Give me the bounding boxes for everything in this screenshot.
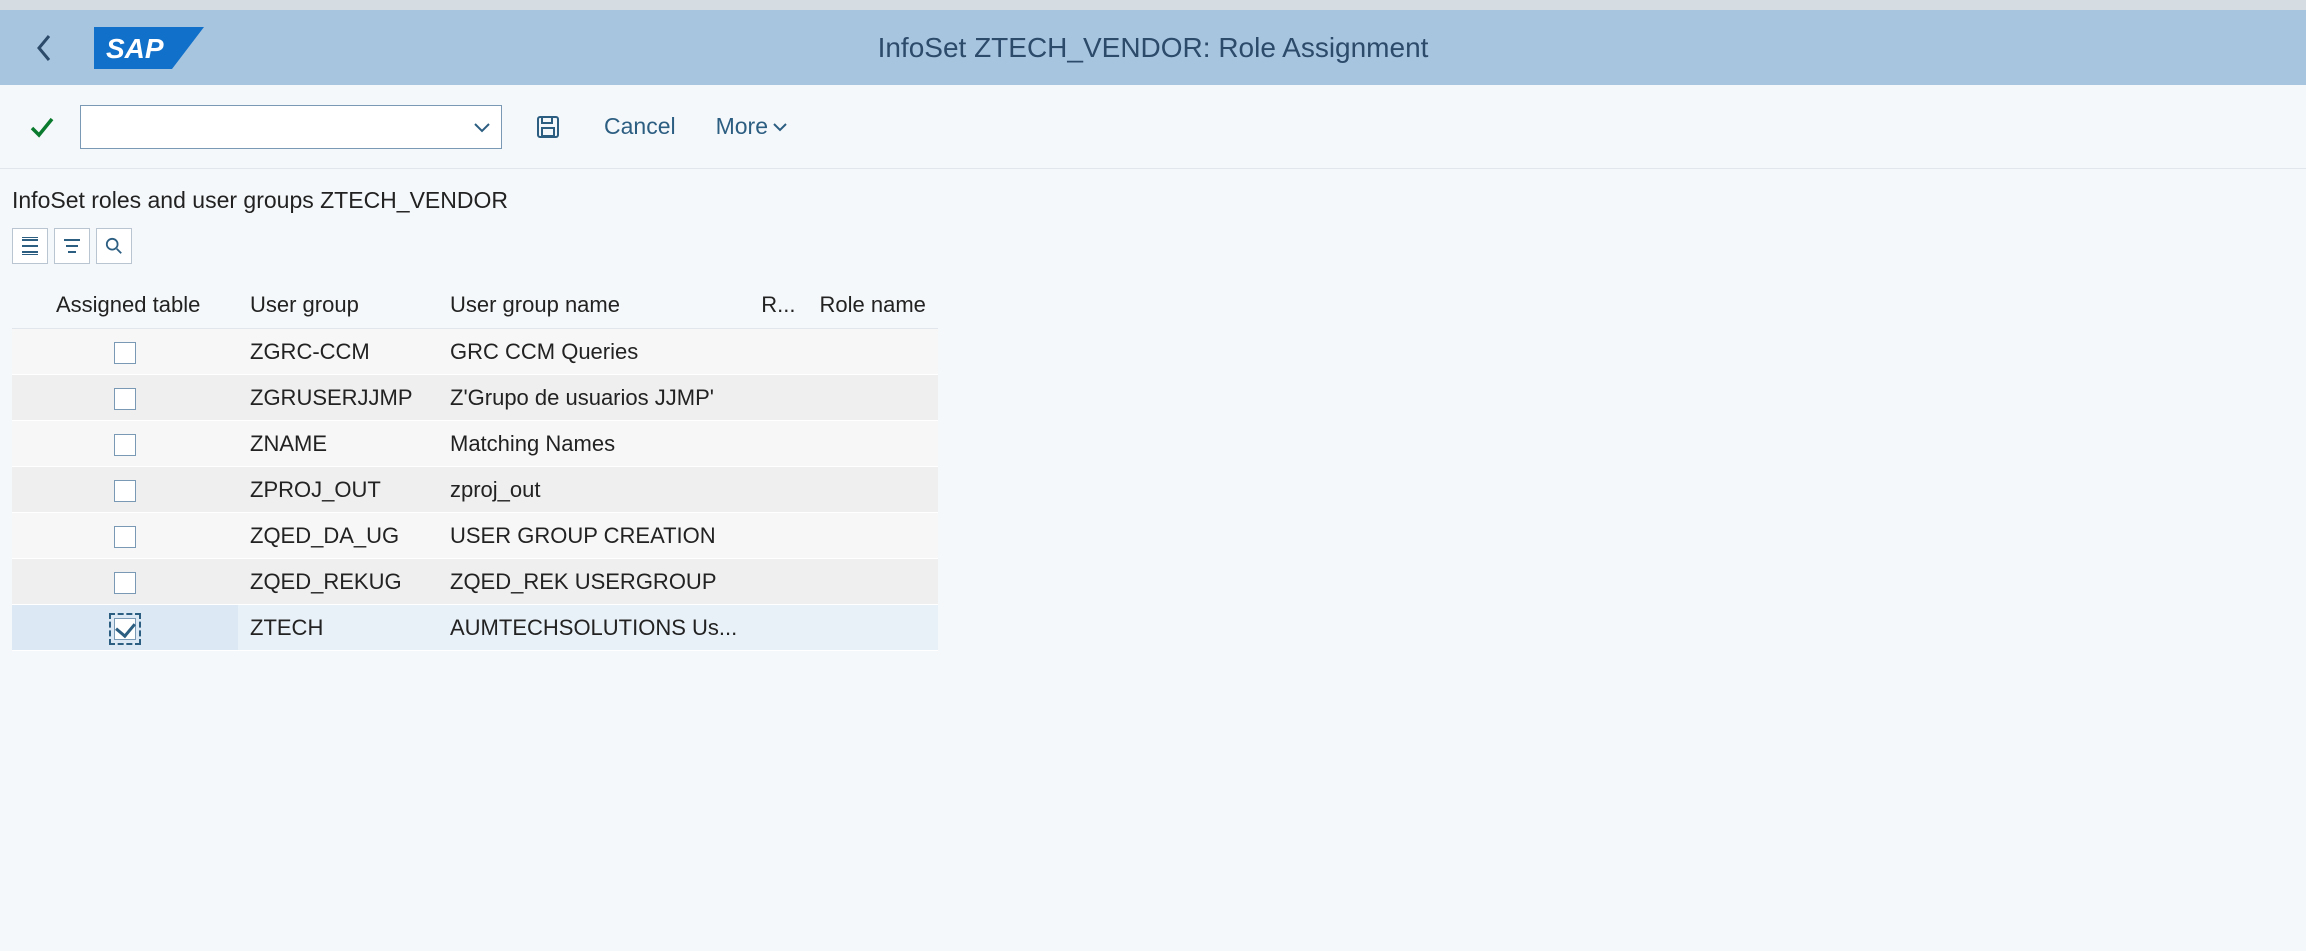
save-icon [536, 115, 560, 139]
cell-role [749, 329, 807, 375]
table-toolbar [12, 228, 2294, 264]
col-usergroup-header[interactable]: User group [238, 282, 438, 329]
cell-usergroup: ZQED_DA_UG [238, 513, 438, 559]
cell-role [749, 513, 807, 559]
chevron-down-icon [473, 121, 491, 133]
cell-usergroupname: ZQED_REK USERGROUP [438, 559, 749, 605]
role-assignment-table: Assigned table User group User group nam… [12, 282, 938, 651]
cell-usergroup: ZNAME [238, 421, 438, 467]
window-chrome [0, 0, 2306, 10]
cell-rolename [807, 329, 937, 375]
select-all-icon [20, 237, 40, 255]
cell-role [749, 605, 807, 651]
cell-usergroup: ZPROJ_OUT [238, 467, 438, 513]
cell-role [749, 375, 807, 421]
cell-usergroupname: Z'Grupo de usuarios JJMP' [438, 375, 749, 421]
cell-role [749, 559, 807, 605]
cell-rolename [807, 375, 937, 421]
checkmark-icon [28, 113, 56, 141]
table-row[interactable]: ZGRC-CCMGRC CCM Queries [12, 329, 938, 375]
search-icon [104, 237, 124, 255]
save-button[interactable] [532, 111, 564, 143]
table-row[interactable]: ZQED_REKUGZQED_REK USERGROUP [12, 559, 938, 605]
command-field[interactable] [80, 105, 502, 149]
content-area: InfoSet roles and user groups ZTECH_VEND… [0, 169, 2306, 651]
table-row[interactable]: ZQED_DA_UGUSER GROUP CREATION [12, 513, 938, 559]
col-usergroupname-header[interactable]: User group name [438, 282, 749, 329]
deselect-all-icon [62, 237, 82, 255]
assigned-checkbox[interactable] [114, 526, 136, 548]
table-row[interactable]: ZPROJ_OUTzproj_out [12, 467, 938, 513]
cell-usergroupname: USER GROUP CREATION [438, 513, 749, 559]
cell-rolename [807, 467, 937, 513]
cell-rolename [807, 559, 937, 605]
table-row[interactable]: ZNAMEMatching Names [12, 421, 938, 467]
cell-rolename [807, 421, 937, 467]
accept-button[interactable] [24, 113, 60, 141]
assigned-checkbox[interactable] [114, 480, 136, 502]
table-row[interactable]: ZTECHAUMTECHSOLUTIONS Us... [12, 605, 938, 651]
svg-text:SAP: SAP [106, 33, 164, 64]
cell-rolename [807, 513, 937, 559]
chevron-left-icon [35, 34, 53, 62]
col-assigned-header[interactable]: Assigned table [12, 282, 238, 329]
col-role-header[interactable]: R... [749, 282, 807, 329]
assigned-checkbox[interactable] [114, 618, 136, 640]
search-button[interactable] [96, 228, 132, 264]
assigned-checkbox[interactable] [114, 342, 136, 364]
cell-role [749, 467, 807, 513]
assigned-checkbox[interactable] [114, 572, 136, 594]
sap-logo: SAP [94, 27, 204, 69]
assigned-checkbox[interactable] [114, 388, 136, 410]
table-row[interactable]: ZGRUSERJJMPZ'Grupo de usuarios JJMP' [12, 375, 938, 421]
assigned-checkbox[interactable] [114, 434, 136, 456]
cell-rolename [807, 605, 937, 651]
cell-usergroup: ZGRC-CCM [238, 329, 438, 375]
app-header: SAP InfoSet ZTECH_VENDOR: Role Assignmen… [0, 10, 2306, 85]
toolbar: Cancel More [0, 85, 2306, 169]
deselect-all-button[interactable] [54, 228, 90, 264]
more-label: More [716, 113, 768, 140]
cell-usergroupname: Matching Names [438, 421, 749, 467]
col-rolename-header[interactable]: Role name [807, 282, 937, 329]
select-all-button[interactable] [12, 228, 48, 264]
more-button[interactable]: More [716, 113, 788, 140]
cell-usergroupname: AUMTECHSOLUTIONS Us... [438, 605, 749, 651]
cell-role [749, 421, 807, 467]
back-button[interactable] [24, 28, 64, 68]
chevron-down-icon [772, 122, 788, 132]
cancel-button[interactable]: Cancel [604, 113, 676, 140]
cell-usergroupname: zproj_out [438, 467, 749, 513]
page-title: InfoSet ZTECH_VENDOR: Role Assignment [878, 32, 1429, 64]
cell-usergroupname: GRC CCM Queries [438, 329, 749, 375]
cell-usergroup: ZQED_REKUG [238, 559, 438, 605]
cell-usergroup: ZTECH [238, 605, 438, 651]
section-title: InfoSet roles and user groups ZTECH_VEND… [12, 187, 2294, 214]
cell-usergroup: ZGRUSERJJMP [238, 375, 438, 421]
